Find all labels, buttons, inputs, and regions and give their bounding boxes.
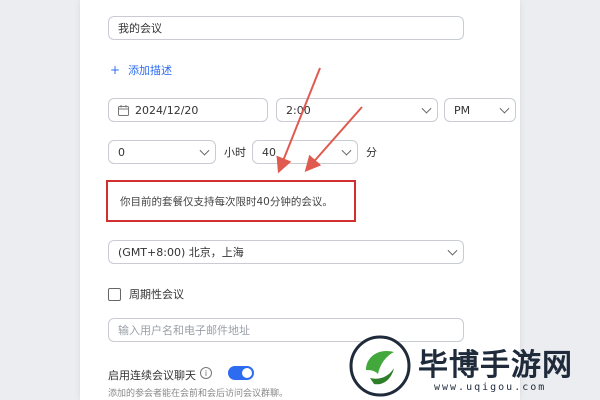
brand-logo-icon [349, 335, 411, 397]
site-watermark: 毕博手游网 www.uqigou.com [348, 332, 600, 400]
watermark-url-text: www.uqigou.com [434, 382, 547, 393]
watermark-brand-text: 毕博手游网 [418, 348, 573, 383]
annotation-arrow-left [276, 67, 321, 174]
annotation-arrow-right [304, 106, 363, 173]
